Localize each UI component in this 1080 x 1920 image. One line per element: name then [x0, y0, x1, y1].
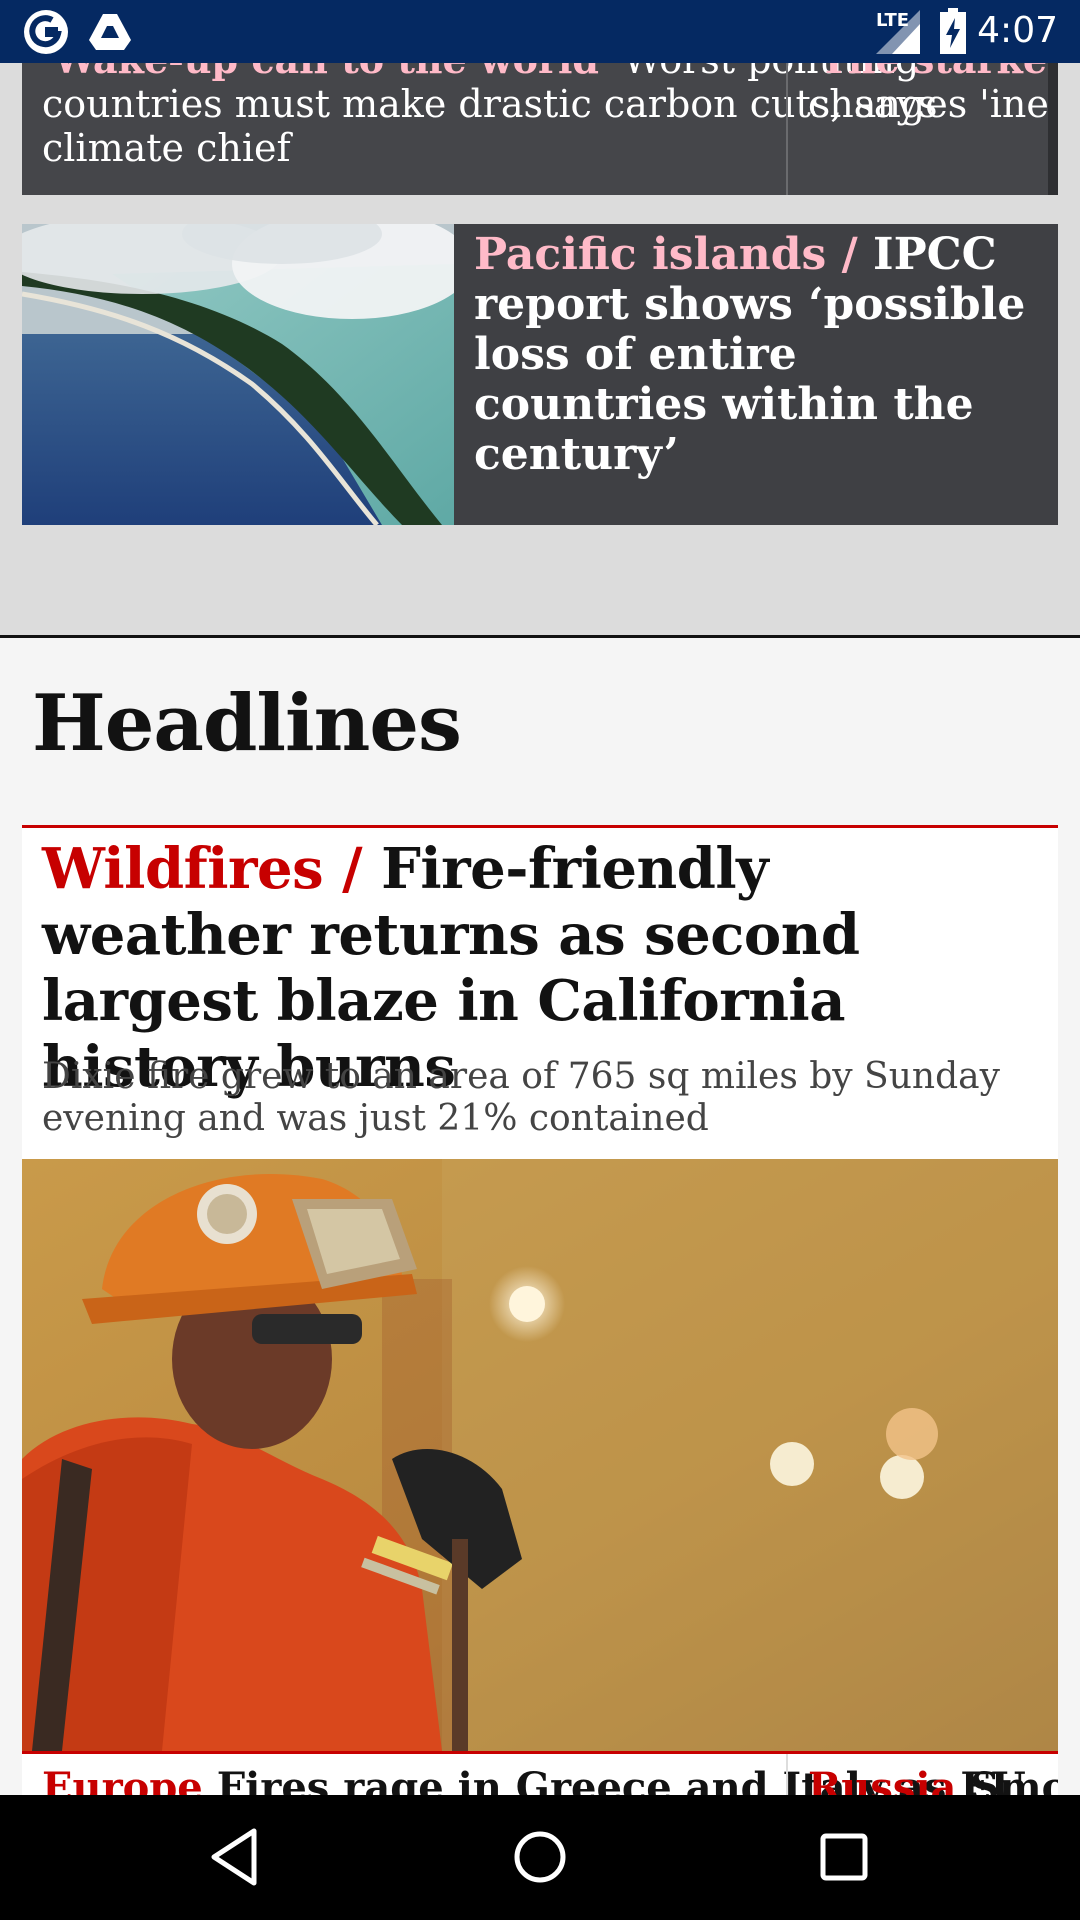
carousel-card-line: climate chief	[42, 126, 291, 170]
story-card-wildfires[interactable]: Wildfires / Fire-friendly weather return…	[22, 825, 1058, 1804]
recents-icon[interactable]	[812, 1825, 876, 1889]
story-kicker: Pacific islands /	[474, 229, 858, 280]
lte-signal-icon	[876, 10, 920, 54]
clock: 4:07	[977, 10, 1058, 51]
home-icon[interactable]	[508, 1825, 572, 1889]
section-title: Headlines	[32, 678, 462, 769]
navigation-bar	[0, 1795, 1080, 1920]
back-icon[interactable]	[204, 1825, 268, 1889]
aerial-island-photo	[22, 224, 454, 525]
carousel-card-line: countries must make drastic carbon cuts,…	[42, 82, 938, 126]
carousel-card-line: changes 'inevita	[808, 82, 1058, 126]
firefighter-photo	[22, 1159, 1058, 1751]
guardian-logo-icon	[24, 10, 68, 54]
battery-charging-icon	[940, 8, 966, 54]
story-headline: Pacific islands / IPCC report shows ‘pos…	[474, 230, 1044, 480]
status-bar: LTE 4:07	[0, 0, 1080, 63]
story-card-pacific-islands[interactable]: Pacific islands / IPCC report shows ‘pos…	[22, 224, 1058, 525]
story-kicker: Wildfires /	[42, 836, 363, 902]
drive-icon	[89, 14, 131, 50]
story-standfirst: Dixie fire grew to an area of 765 sq mil…	[42, 1056, 1000, 1139]
headlines-section: Headlines Wildfires / Fire-friendly weat…	[0, 635, 1080, 1804]
